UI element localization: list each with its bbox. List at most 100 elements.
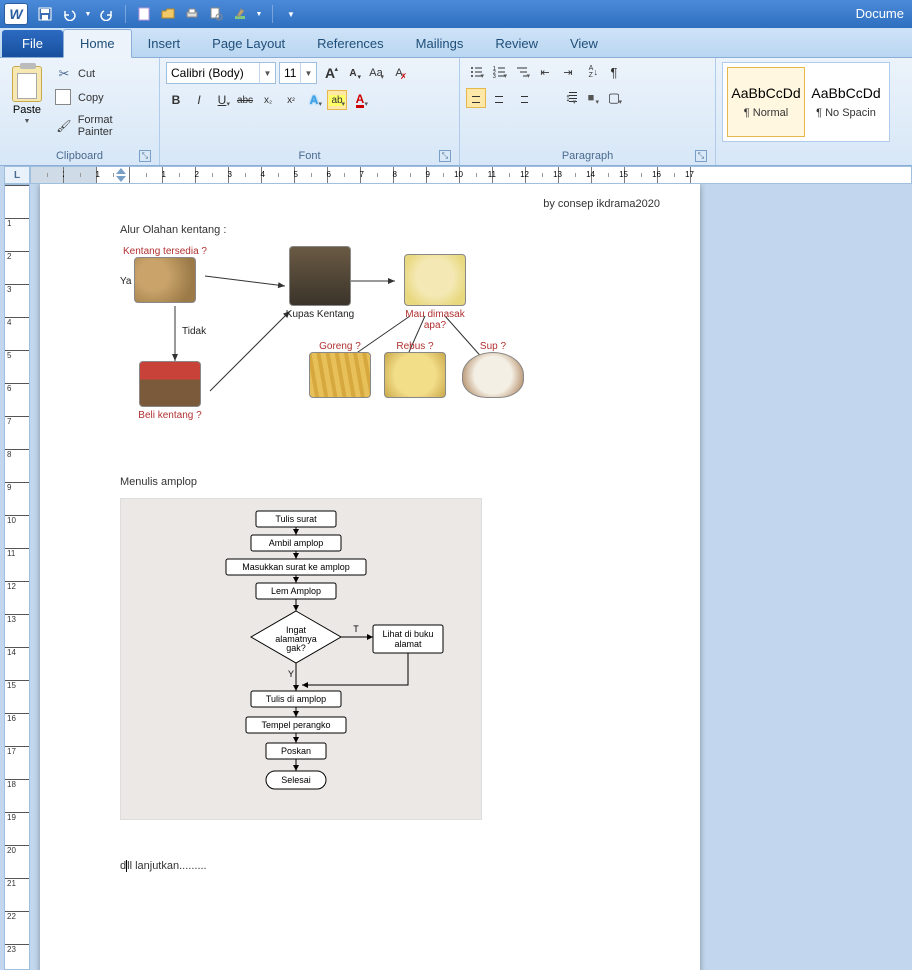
cut-label: Cut xyxy=(78,68,95,80)
ruler-tick: 2 xyxy=(5,251,29,261)
paragraph-dialog-launcher[interactable]: ⤡ xyxy=(695,150,707,162)
page-scroll[interactable]: by consep ikdrama2020 Alur Olahan kentan… xyxy=(30,184,912,970)
label-rebus: Rebus ? xyxy=(380,341,450,352)
svg-text:Masukkan surat ke amplop: Masukkan surat ke amplop xyxy=(242,562,350,572)
highlight-qat-dropdown[interactable]: ▼ xyxy=(255,5,263,23)
ruler-tick: 15 xyxy=(5,680,29,690)
ruler-tick: 23 xyxy=(5,944,29,954)
ruler-tick: 1 xyxy=(130,167,163,183)
text-effects-button[interactable]: A xyxy=(304,90,324,110)
tab-references[interactable]: References xyxy=(301,30,399,57)
format-painter-label: Format Painter xyxy=(78,114,149,138)
clipboard-group-label: Clipboard xyxy=(56,150,103,162)
grow-font-button[interactable]: A▴ xyxy=(320,63,340,83)
font-dialog-launcher[interactable]: ⤡ xyxy=(439,150,451,162)
line-spacing-button[interactable] xyxy=(558,88,578,108)
align-right-button[interactable] xyxy=(512,88,532,108)
bullets-button[interactable] xyxy=(466,62,486,82)
highlight-button[interactable]: ab xyxy=(327,90,347,110)
font-name-combo[interactable]: Calibri (Body)▼ xyxy=(166,62,276,84)
ruler-tick: 14 xyxy=(5,647,29,657)
style-normal[interactable]: AaBbCcDd ¶ Normal xyxy=(727,67,805,137)
change-case-button[interactable] xyxy=(366,63,386,83)
justify-button[interactable] xyxy=(535,88,555,108)
heading-amplop: Menulis amplop xyxy=(120,476,660,488)
clipboard-dialog-launcher[interactable]: ⤡ xyxy=(139,150,151,162)
qat-customize-icon[interactable]: ▼ xyxy=(282,5,300,23)
ruler-tick: 1 xyxy=(5,218,29,228)
shrink-font-button[interactable]: A▾ xyxy=(343,63,363,83)
copy-button[interactable]: Copy xyxy=(52,88,153,108)
new-doc-icon[interactable] xyxy=(135,5,153,23)
horizontal-ruler[interactable]: 211234567891011121314151617 xyxy=(30,166,912,184)
save-icon[interactable] xyxy=(36,5,54,23)
tab-view[interactable]: View xyxy=(554,30,614,57)
tab-page-layout[interactable]: Page Layout xyxy=(196,30,301,57)
scissors-icon xyxy=(56,66,72,82)
numbering-button[interactable]: 123 xyxy=(489,62,509,82)
ruler-tick: 13 xyxy=(5,614,29,624)
flowchart-amplop: Tulis surat Ambil amplop Masukkan surat … xyxy=(120,498,482,820)
paste-icon xyxy=(12,66,42,102)
label-mau-dimasak: Mau dimasak apa? xyxy=(395,309,475,331)
styles-group-label xyxy=(722,147,906,165)
italic-button[interactable]: I xyxy=(189,90,209,110)
paste-dropdown-icon[interactable]: ▼ xyxy=(24,118,31,125)
font-color-button[interactable]: A xyxy=(350,90,370,110)
ruler-tick: 3 xyxy=(5,284,29,294)
ruler-tick: 3 xyxy=(196,167,229,183)
show-marks-button[interactable] xyxy=(604,62,624,82)
clear-formatting-button[interactable] xyxy=(389,63,409,83)
label-ya: Ya xyxy=(120,276,132,287)
svg-text:Selesai: Selesai xyxy=(281,775,311,785)
heading-alur: Alur Olahan kentang : xyxy=(120,224,660,236)
image-market xyxy=(139,361,201,407)
tab-file[interactable]: File xyxy=(2,30,63,57)
undo-icon[interactable] xyxy=(60,5,78,23)
decrease-indent-button[interactable] xyxy=(535,62,555,82)
ruler-tick: 22 xyxy=(5,911,29,921)
ruler-tick: 8 xyxy=(361,167,394,183)
chevron-down-icon[interactable]: ▼ xyxy=(300,63,316,83)
align-center-button[interactable] xyxy=(489,88,509,108)
image-boiled xyxy=(384,352,446,398)
vertical-ruler[interactable]: 1234567891011121314151617181920212223 xyxy=(4,184,30,970)
strikethrough-button[interactable]: abc xyxy=(235,90,255,110)
shading-button[interactable] xyxy=(581,88,601,108)
hanging-indent-marker[interactable] xyxy=(116,176,126,182)
format-painter-button[interactable]: Format Painter xyxy=(52,112,153,140)
styles-gallery[interactable]: AaBbCcDd ¶ Normal AaBbCcDd ¶ No Spacin xyxy=(722,62,890,142)
paste-button[interactable]: Paste ▼ xyxy=(6,62,48,129)
subscript-button[interactable]: x xyxy=(258,90,278,110)
cut-button[interactable]: Cut xyxy=(52,64,153,84)
ruler-tick: 18 xyxy=(5,779,29,789)
ruler-tick: 6 xyxy=(5,383,29,393)
open-icon[interactable] xyxy=(159,5,177,23)
print-preview-icon[interactable] xyxy=(207,5,225,23)
tab-home[interactable]: Home xyxy=(63,29,132,58)
borders-button[interactable] xyxy=(604,88,624,108)
first-line-indent-marker[interactable] xyxy=(116,168,126,174)
tab-insert[interactable]: Insert xyxy=(132,30,197,57)
superscript-button[interactable]: x xyxy=(281,90,301,110)
font-size-combo[interactable]: 11▼ xyxy=(279,62,317,84)
increase-indent-button[interactable] xyxy=(558,62,578,82)
undo-dropdown-icon[interactable]: ▼ xyxy=(84,5,92,23)
ribbon: Paste ▼ Cut Copy Format Painter Clipboar… xyxy=(0,58,912,166)
page[interactable]: by consep ikdrama2020 Alur Olahan kentan… xyxy=(40,184,700,970)
multilevel-list-button[interactable] xyxy=(512,62,532,82)
style-no-spacing[interactable]: AaBbCcDd ¶ No Spacin xyxy=(807,67,885,137)
quick-print-icon[interactable] xyxy=(183,5,201,23)
redo-icon[interactable] xyxy=(98,5,116,23)
tab-selector[interactable]: L xyxy=(4,166,30,184)
sort-button[interactable] xyxy=(581,62,601,82)
label-kupas: Kupas Kentang xyxy=(285,309,355,320)
align-left-button[interactable] xyxy=(466,88,486,108)
highlight-qat-icon[interactable] xyxy=(231,5,249,23)
underline-button[interactable]: U xyxy=(212,90,232,110)
tab-mailings[interactable]: Mailings xyxy=(400,30,480,57)
byline: by consep ikdrama2020 xyxy=(120,198,660,210)
tab-review[interactable]: Review xyxy=(479,30,554,57)
bold-button[interactable]: B xyxy=(166,90,186,110)
chevron-down-icon[interactable]: ▼ xyxy=(259,63,275,83)
